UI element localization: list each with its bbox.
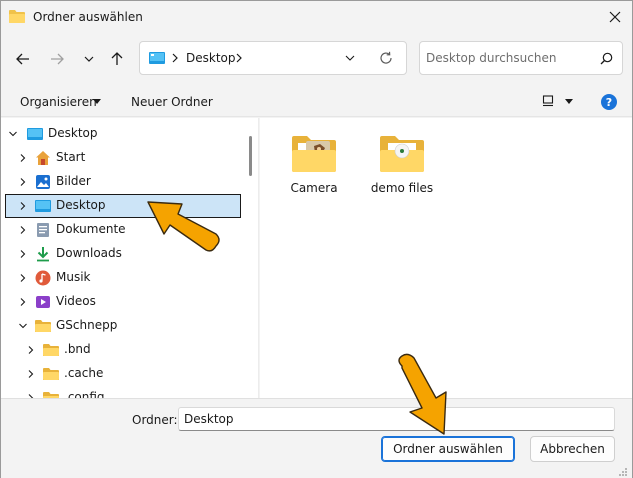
tree-item-label: Desktop	[48, 126, 98, 140]
tree-item-label: Bilder	[56, 174, 91, 188]
breadcrumb-desktop[interactable]: Desktop	[186, 51, 236, 65]
dialog-footer: Ordner: Desktop Ordner auswählen Abbrech…	[1, 398, 632, 478]
tree-item-musik[interactable]: Musik	[5, 266, 241, 290]
search-icon[interactable]	[600, 52, 613, 65]
new-folder-button[interactable]: Neuer Ordner	[131, 95, 213, 109]
folder-label: Camera	[290, 181, 338, 195]
folder-icon	[43, 368, 59, 380]
tree-item-dokumente[interactable]: Dokumente	[5, 218, 241, 242]
videos-icon	[36, 296, 50, 308]
folder-icon	[35, 320, 51, 332]
download-icon	[37, 247, 49, 262]
refresh-icon[interactable]	[379, 51, 393, 65]
tree-item-gschnepp[interactable]: GSchnepp	[5, 314, 241, 338]
close-button[interactable]	[597, 1, 632, 33]
help-button[interactable]: ?	[601, 94, 617, 110]
organize-button[interactable]: Organisieren	[20, 95, 97, 109]
resize-grip-icon[interactable]	[618, 467, 628, 477]
tree-item-label: .cache	[64, 366, 104, 380]
address-bar[interactable]: Desktop	[139, 41, 407, 75]
address-history-dropdown-icon[interactable]	[344, 53, 356, 63]
tree-item-desktop-root[interactable]: Desktop	[5, 122, 241, 146]
folder-icon	[43, 344, 59, 356]
chevron-right-icon[interactable]	[18, 225, 28, 235]
window-title: Ordner auswählen	[33, 10, 143, 24]
pictures-icon	[36, 175, 50, 189]
tree-item-label: Musik	[56, 270, 91, 284]
desktop-icon	[35, 200, 51, 212]
tree-item-start[interactable]: Start	[5, 146, 241, 170]
title-bar: Ordner auswählen	[1, 1, 632, 33]
music-icon	[35, 270, 51, 286]
desktop-icon	[27, 128, 43, 140]
search-box[interactable]: Desktop durchsuchen	[419, 41, 623, 75]
tree-item-bilder[interactable]: Bilder	[5, 170, 241, 194]
tree-item-videos[interactable]: Videos	[5, 290, 241, 314]
chevron-right-icon[interactable]	[18, 249, 28, 259]
folder-name-input[interactable]: Desktop	[178, 407, 615, 431]
tree-item-desktop-selected[interactable]: Desktop	[5, 194, 241, 218]
tree-item-label: Start	[56, 150, 86, 164]
chevron-right-icon[interactable]	[18, 153, 28, 163]
caret-down-icon[interactable]	[93, 99, 101, 104]
search-placeholder: Desktop durchsuchen	[426, 51, 557, 65]
documents-icon	[37, 223, 49, 237]
recent-locations-button[interactable]	[77, 47, 101, 71]
back-button[interactable]	[11, 47, 35, 71]
chevron-right-icon	[172, 53, 178, 63]
folder-icon	[43, 392, 59, 398]
tree-item-label: .bnd	[64, 342, 91, 356]
navigation-tree: Desktop Start Bilder Desktop Dokumente D…	[1, 118, 245, 398]
caret-down-icon[interactable]	[565, 99, 573, 104]
chevron-right-icon[interactable]	[234, 52, 244, 64]
view-options-icon[interactable]	[542, 95, 554, 107]
scrollbar-thumb[interactable]	[249, 136, 252, 176]
folder-field-label: Ordner:	[132, 413, 178, 427]
close-icon	[609, 11, 620, 23]
home-icon	[36, 151, 50, 165]
up-button[interactable]	[105, 47, 129, 71]
chevron-right-icon[interactable]	[26, 345, 36, 355]
folder-content-view: Camera demo files	[260, 118, 632, 398]
select-folder-button[interactable]: Ordner auswählen	[381, 436, 515, 462]
tree-scrollbar[interactable]	[245, 118, 259, 398]
chevron-right-icon[interactable]	[18, 273, 28, 283]
chevron-right-icon[interactable]	[18, 201, 28, 211]
tree-item-label: GSchnepp	[56, 318, 118, 332]
tree-item-downloads[interactable]: Downloads	[5, 242, 241, 266]
tree-item-config[interactable]: .config	[5, 386, 241, 398]
tree-item-label: Dokumente	[56, 222, 126, 236]
tree-item-label: Videos	[56, 294, 96, 308]
tree-item-label: Desktop	[56, 198, 106, 212]
desktop-icon	[149, 52, 165, 64]
folder-app-icon	[9, 10, 25, 23]
chevron-down-icon[interactable]	[18, 321, 28, 331]
forward-button[interactable]	[45, 47, 69, 71]
chevron-down-icon[interactable]	[8, 129, 18, 139]
cancel-button[interactable]: Abbrechen	[530, 436, 615, 462]
tree-item-label: Downloads	[56, 246, 122, 260]
arrow-left-icon	[16, 53, 29, 65]
folder-item-demo-files[interactable]: demo files	[362, 124, 442, 204]
folder-disc-icon	[380, 136, 424, 172]
navigation-bar: Desktop Desktop durchsuchen	[1, 33, 632, 85]
tree-item-label: .config	[64, 390, 105, 398]
chevron-right-icon[interactable]	[26, 369, 36, 379]
folder-item-camera[interactable]: Camera	[274, 124, 354, 204]
tree-item-bnd[interactable]: .bnd	[5, 338, 241, 362]
arrow-right-icon	[51, 53, 64, 65]
arrow-up-icon	[111, 52, 123, 65]
chevron-down-icon	[84, 56, 94, 62]
chevron-right-icon[interactable]	[18, 177, 28, 187]
tree-item-cache[interactable]: .cache	[5, 362, 241, 386]
folder-camera-icon	[292, 136, 336, 172]
folder-picker-dialog: Ordner auswählen Desktop Desktop durchsu…	[0, 0, 633, 478]
folder-label: demo files	[370, 181, 434, 195]
chevron-right-icon[interactable]	[18, 297, 28, 307]
command-bar: Organisieren Neuer Ordner ?	[1, 85, 632, 117]
